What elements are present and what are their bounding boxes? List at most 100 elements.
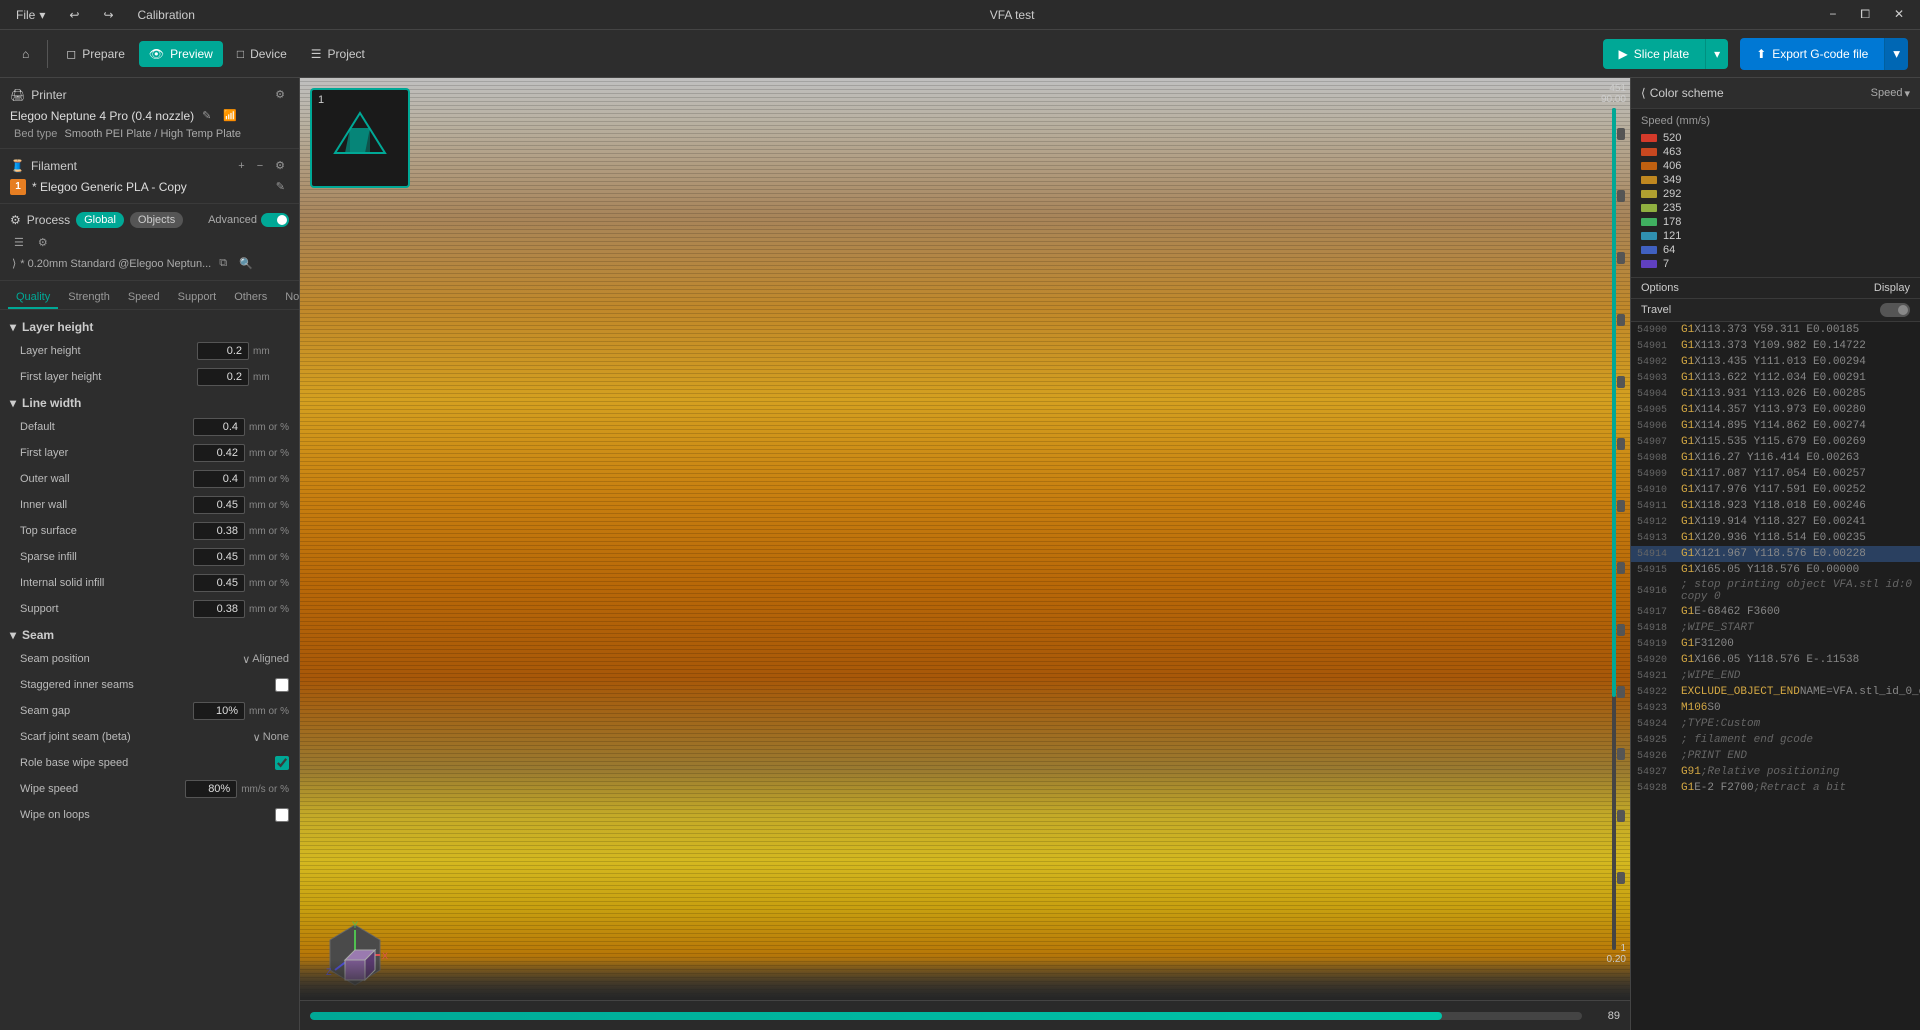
global-tag-button[interactable]: Global: [76, 212, 124, 228]
slice-plate-button[interactable]: ▶ Slice plate: [1603, 39, 1706, 69]
slice-arrow-button[interactable]: ▾: [1705, 39, 1728, 69]
menu-calibration[interactable]: Calibration: [130, 6, 203, 24]
first-layer-width-input[interactable]: [193, 444, 245, 462]
seam-gap-row: Seam gap mm or %: [0, 698, 299, 724]
minimize-button[interactable]: −: [1821, 5, 1844, 24]
filament-add-button[interactable]: +: [234, 157, 248, 174]
gcode-line[interactable]: 54904G1 X113.931 Y113.026 E0.00285: [1631, 386, 1920, 402]
advanced-toggle[interactable]: [261, 213, 289, 227]
wipe-loops-checkbox[interactable]: [275, 808, 289, 822]
gcode-line[interactable]: 54909G1 X117.087 Y117.054 E0.00257: [1631, 466, 1920, 482]
tab-speed[interactable]: Speed: [120, 287, 168, 309]
wipe-loops-row: Wipe on loops: [0, 802, 299, 828]
gcode-line[interactable]: 54901G1 X113.373 Y109.982 E0.14722: [1631, 338, 1920, 354]
tab-others[interactable]: Others: [226, 287, 275, 309]
model-thumbnail[interactable]: 1: [310, 88, 410, 188]
gcode-line[interactable]: 54910G1 X117.976 Y117.591 E0.00252: [1631, 482, 1920, 498]
gcode-line[interactable]: 54907G1 X115.535 Y115.679 E0.00269: [1631, 434, 1920, 450]
tab-notes[interactable]: Notes: [277, 287, 300, 309]
gcode-line[interactable]: 54916; stop printing object VFA.stl id:0…: [1631, 578, 1920, 604]
top-surface-input[interactable]: [193, 522, 245, 540]
gcode-line[interactable]: 54915G1 X165.05 Y118.576 E0.00000: [1631, 562, 1920, 578]
gcode-line[interactable]: 54928G1 E-2 F2700 ;Retract a bit: [1631, 780, 1920, 796]
toolbar-redo-icon[interactable]: ↪: [95, 6, 121, 24]
menu-file[interactable]: File ▾: [8, 6, 53, 24]
gcode-line[interactable]: 54925; filament end gcode: [1631, 732, 1920, 748]
seam-gap-input[interactable]: [193, 702, 245, 720]
gcode-line[interactable]: 54906G1 X114.895 Y114.862 E0.00274: [1631, 418, 1920, 434]
gcode-line[interactable]: 54923M106 S0: [1631, 700, 1920, 716]
gcode-line[interactable]: 54927G91 ;Relative positioning: [1631, 764, 1920, 780]
home-button[interactable]: ⌂: [12, 41, 39, 67]
gcode-line[interactable]: 54921;WIPE_END: [1631, 668, 1920, 684]
inner-wall-input[interactable]: [193, 496, 245, 514]
tab-strength[interactable]: Strength: [60, 287, 118, 309]
gcode-line[interactable]: 54900G1 X113.373 Y59.311 E0.00185: [1631, 322, 1920, 338]
gcode-linenum: 54909: [1637, 469, 1681, 480]
toolbar-undo-icon[interactable]: ↩: [61, 6, 87, 24]
gcode-line[interactable]: 54912G1 X119.914 Y118.327 E0.00241: [1631, 514, 1920, 530]
gcode-args: X113.622 Y112.034 E0.00291: [1694, 372, 1866, 384]
printer-settings-button[interactable]: ⚙: [271, 86, 289, 103]
project-button[interactable]: ☰ Project: [301, 41, 375, 67]
export-gcode-button[interactable]: ⬆ Export G-code file: [1740, 38, 1884, 70]
filament-edit-button[interactable]: ✎: [272, 178, 289, 195]
filament-remove-button[interactable]: −: [253, 157, 267, 174]
internal-solid-input[interactable]: [193, 574, 245, 592]
default-input[interactable]: [193, 418, 245, 436]
gcode-line[interactable]: 54911G1 X118.923 Y118.018 E0.00246: [1631, 498, 1920, 514]
tab-quality[interactable]: Quality: [8, 287, 58, 309]
preview-button[interactable]: 👁 Preview: [139, 41, 223, 67]
first-layer-height-input[interactable]: [197, 368, 249, 386]
gcode-line[interactable]: 54908G1 X116.27 Y116.414 E0.00263: [1631, 450, 1920, 466]
gcode-line[interactable]: 54918;WIPE_START: [1631, 620, 1920, 636]
travel-toggle[interactable]: [1880, 303, 1910, 317]
gcode-panel[interactable]: 54900G1 X113.373 Y59.311 E0.00185 54901G…: [1631, 322, 1920, 1030]
gcode-line[interactable]: 54919G1 F31200: [1631, 636, 1920, 652]
support-input[interactable]: [193, 600, 245, 618]
profile-copy-button[interactable]: ⧉: [215, 255, 231, 272]
export-arrow-button[interactable]: ▾: [1884, 38, 1908, 70]
scarf-joint-dropdown[interactable]: ∨ None: [253, 731, 289, 744]
wipe-speed-input[interactable]: [185, 780, 237, 798]
slice-dropdown-icon: ▾: [1714, 47, 1720, 61]
objects-tag-button[interactable]: Objects: [130, 212, 183, 228]
device-button[interactable]: □ Device: [227, 41, 297, 67]
process-list-button[interactable]: ☰: [10, 234, 28, 251]
process-settings-button[interactable]: ⚙: [34, 234, 52, 251]
color-scheme-select[interactable]: Speed ▾: [1871, 87, 1910, 100]
gcode-line[interactable]: 54917G1 E-68462 F3600: [1631, 604, 1920, 620]
filament-settings-button[interactable]: ⚙: [271, 157, 289, 174]
sparse-infill-input[interactable]: [193, 548, 245, 566]
profile-search-button[interactable]: 🔍: [235, 255, 257, 272]
legend-item-0: 520: [1641, 131, 1910, 145]
close-button[interactable]: ✕: [1886, 5, 1912, 24]
gcode-line[interactable]: 54903G1 X113.622 Y112.034 E0.00291: [1631, 370, 1920, 386]
printer-wifi-button[interactable]: 📶: [219, 107, 241, 124]
left-panel: 🖨 Printer ⚙ Elegoo Neptune 4 Pro (0.4 no…: [0, 78, 300, 1030]
gcode-linenum: 54927: [1637, 767, 1681, 778]
layer-slider[interactable]: 451 90.00 1 0.20: [1600, 78, 1630, 1000]
gcode-line[interactable]: 54920G1 X166.05 Y118.576 E-.11538: [1631, 652, 1920, 668]
gcode-line[interactable]: 54924;TYPE:Custom: [1631, 716, 1920, 732]
layer-height-input[interactable]: [197, 342, 249, 360]
gcode-line[interactable]: 54905G1 X114.357 Y113.973 E0.00280: [1631, 402, 1920, 418]
gcode-line[interactable]: 54913G1 X120.936 Y118.514 E0.00235: [1631, 530, 1920, 546]
tab-support[interactable]: Support: [170, 287, 225, 309]
gcode-line[interactable]: 54922EXCLUDE_OBJECT_END NAME=VFA.stl_id_…: [1631, 684, 1920, 700]
display-button[interactable]: Display: [1874, 282, 1910, 294]
staggered-seams-checkbox[interactable]: [275, 678, 289, 692]
seam-position-dropdown[interactable]: ∨ Aligned: [242, 653, 289, 666]
default-label: Default: [20, 421, 193, 433]
gcode-line[interactable]: 54926;PRINT END: [1631, 748, 1920, 764]
maximize-button[interactable]: ⧠: [1852, 5, 1878, 24]
gcode-line[interactable]: 54902G1 X113.435 Y111.013 E0.00294: [1631, 354, 1920, 370]
role-wipe-checkbox[interactable]: [275, 756, 289, 770]
options-button[interactable]: Options: [1641, 282, 1679, 294]
role-wipe-row: Role base wipe speed: [0, 750, 299, 776]
prepare-button[interactable]: ◻ Prepare: [56, 41, 135, 67]
gcode-line[interactable]: 54914G1 X121.967 Y118.576 E0.00228: [1631, 546, 1920, 562]
legend-label-3: 349: [1663, 174, 1681, 186]
outer-wall-input[interactable]: [193, 470, 245, 488]
printer-edit-button[interactable]: ✎: [198, 107, 215, 124]
